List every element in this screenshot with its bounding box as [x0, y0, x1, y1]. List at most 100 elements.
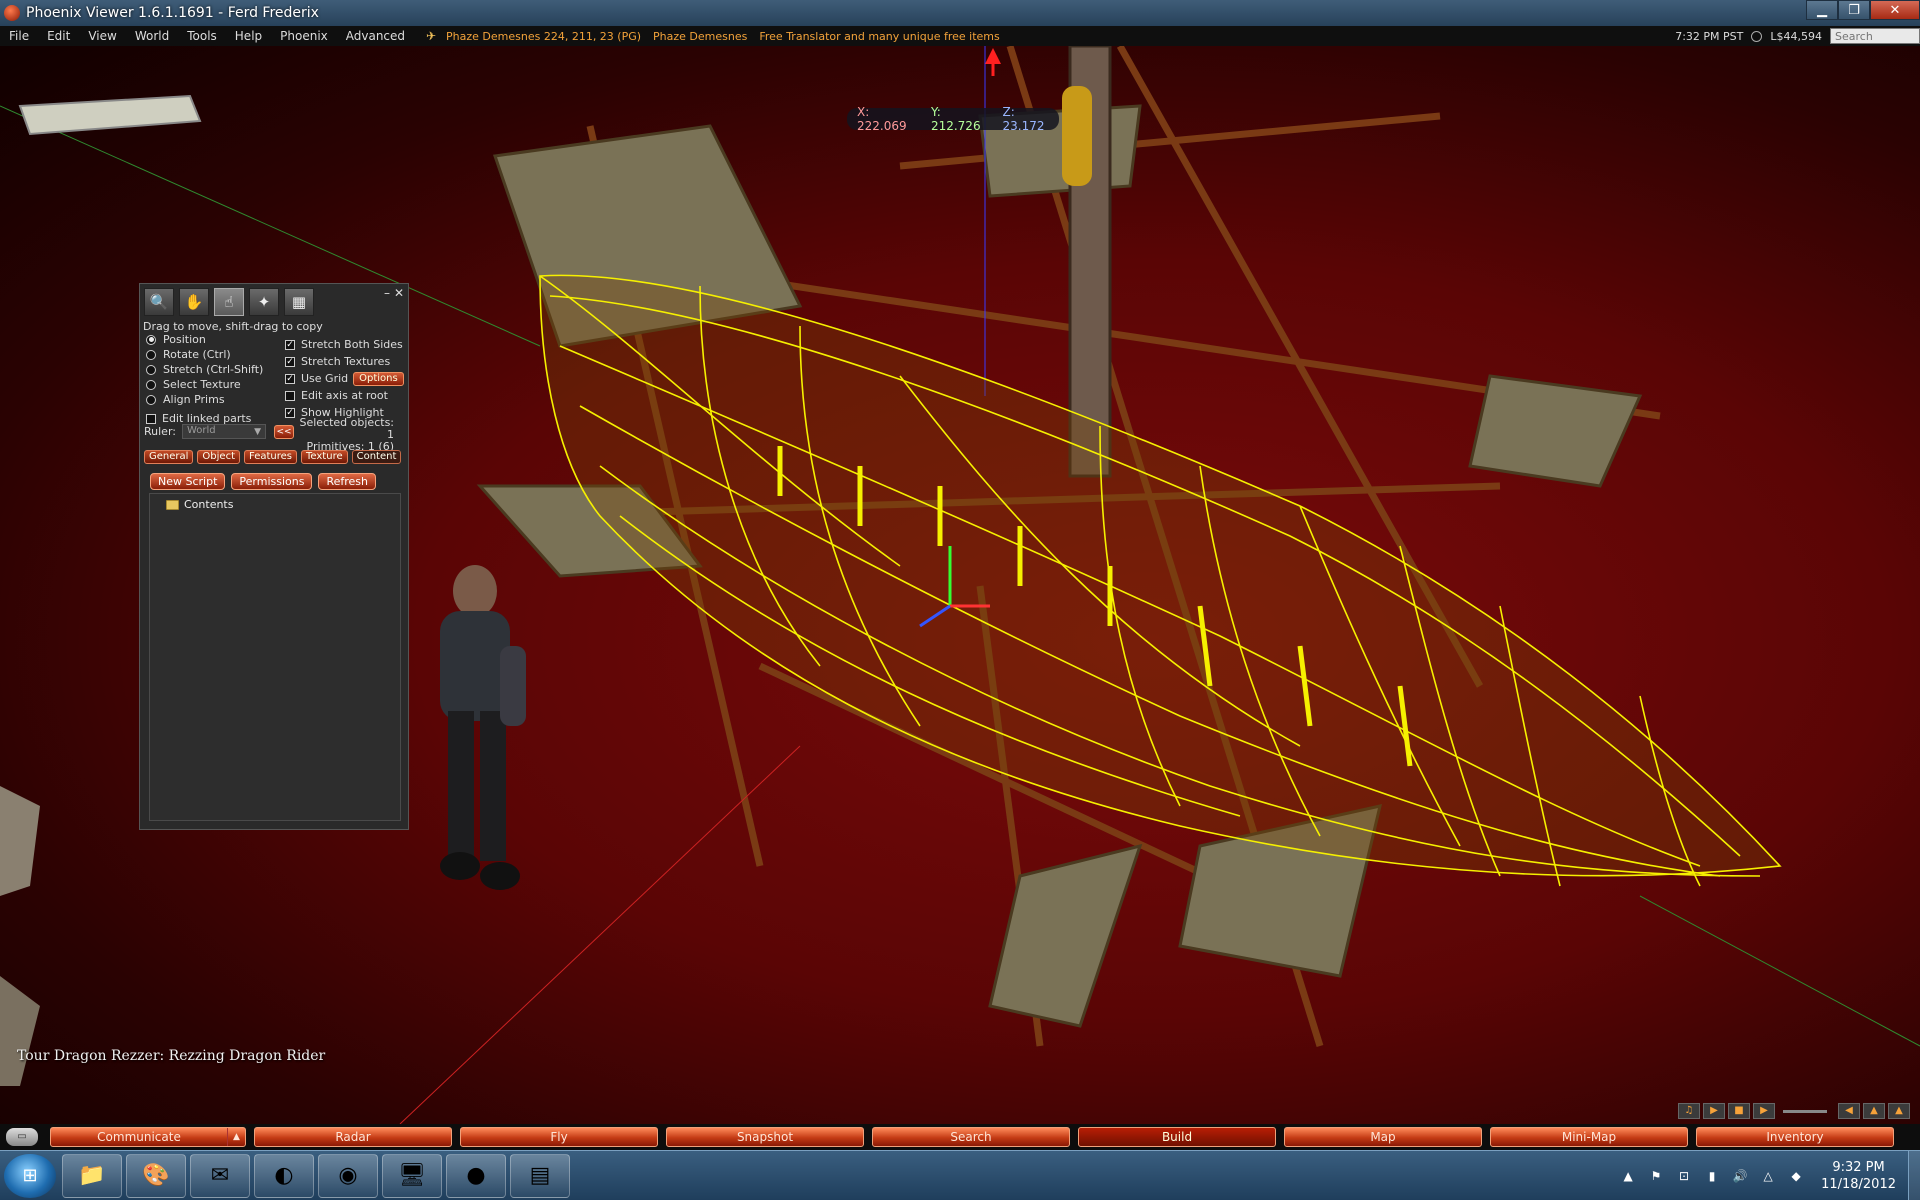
chevron-up-icon[interactable]: ▲: [227, 1128, 245, 1146]
contents-tree[interactable]: Contents: [149, 493, 401, 821]
dropbox-icon[interactable]: ◆: [1787, 1167, 1805, 1185]
location-coordinates[interactable]: Phaze Demesnes 224, 211, 23 (PG): [446, 30, 641, 43]
focus-tool-icon[interactable]: 🔍: [144, 288, 174, 316]
tab-object[interactable]: Object: [197, 450, 240, 464]
tree-item-contents[interactable]: Contents: [166, 498, 400, 511]
checkbox-stretch-textures[interactable]: ✓ Stretch Textures: [285, 353, 404, 370]
location-region[interactable]: Phaze Demesnes: [653, 30, 747, 43]
option-checkboxes: ✓ Stretch Both Sides ✓ Stretch Textures ✓ U…: [285, 336, 404, 421]
grid-options-button[interactable]: Options: [353, 371, 404, 386]
selected-objects: Selected objects: 1: [299, 416, 394, 441]
search-button[interactable]: Search: [872, 1127, 1070, 1147]
menu-world[interactable]: World: [126, 29, 178, 43]
landmark-icon[interactable]: ✈: [426, 30, 438, 42]
close-button[interactable]: ✕: [1870, 0, 1920, 20]
show-desktop-button[interactable]: [1908, 1151, 1920, 1200]
edit-tool-icon[interactable]: ☝: [214, 288, 244, 316]
collapse-icon[interactable]: ▲: [1888, 1103, 1910, 1119]
mask-app-icon[interactable]: ◐: [254, 1153, 314, 1198]
volume-slider[interactable]: [1783, 1109, 1827, 1113]
inventory-button[interactable]: Inventory: [1696, 1127, 1894, 1147]
chat-bar-toggle-icon[interactable]: ▭: [6, 1128, 38, 1146]
video-icon[interactable]: ■: [1728, 1103, 1750, 1119]
radio-position[interactable]: Position: [146, 332, 263, 347]
google-drive-icon[interactable]: △: [1759, 1167, 1777, 1185]
volume-icon[interactable]: ◀: [1838, 1103, 1860, 1119]
radio-align-prims[interactable]: Align Prims: [146, 392, 263, 407]
thunderbird-mail-icon[interactable]: ✉: [190, 1153, 250, 1198]
close-panel-icon[interactable]: ✕: [394, 286, 404, 300]
radio-select-texture[interactable]: Select Texture: [146, 377, 263, 392]
ruler-row: Ruler: World ▼ <<: [144, 424, 294, 439]
minimize-panel-icon[interactable]: –: [384, 286, 390, 300]
menu-tools[interactable]: Tools: [178, 29, 226, 43]
media-controls: ♫ ▶ ■ ▶ ◀ ▲ ▲: [1675, 1101, 1910, 1121]
new-script-button[interactable]: New Script: [150, 473, 226, 490]
create-tool-icon[interactable]: ✦: [249, 288, 279, 316]
paint-icon[interactable]: 🎨: [126, 1153, 186, 1198]
signal-bars-icon[interactable]: ▮: [1703, 1167, 1721, 1185]
menu-file[interactable]: File: [0, 29, 38, 43]
build-button[interactable]: Build: [1078, 1127, 1276, 1147]
content-actions: New Script Permissions Refresh: [150, 473, 382, 490]
action-center-flag-icon[interactable]: ⚑: [1647, 1167, 1665, 1185]
radio-label: Select Texture: [163, 378, 241, 391]
snapshot-button[interactable]: Snapshot: [666, 1127, 864, 1147]
explorer-folder-icon[interactable]: 📁: [62, 1153, 122, 1198]
radio-stretch[interactable]: Stretch (Ctrl-Shift): [146, 362, 263, 377]
balance[interactable]: L$44,594: [1770, 30, 1822, 43]
search-input[interactable]: [1830, 28, 1920, 44]
menu-advanced[interactable]: Advanced: [337, 29, 414, 43]
location-parcel[interactable]: Free Translator and many unique free ite…: [759, 30, 999, 43]
checkbox-stretch-both-sides[interactable]: ✓ Stretch Both Sides: [285, 336, 404, 353]
radio-rotate[interactable]: Rotate (Ctrl): [146, 347, 263, 362]
move-tool-icon[interactable]: ✋: [179, 288, 209, 316]
tab-texture[interactable]: Texture: [301, 450, 348, 464]
phoenix-viewer-icon[interactable]: ●: [446, 1153, 506, 1198]
tab-content[interactable]: Content: [351, 450, 402, 464]
music-icon[interactable]: ♫: [1678, 1103, 1700, 1119]
ruler-select[interactable]: World ▼: [181, 424, 266, 439]
system-clock[interactable]: 9:32 PM 11/18/2012: [1821, 1159, 1896, 1193]
coordinate-readout: X: 222.069 Y: 212.726 Z: 23.172: [847, 105, 1059, 133]
play-music-icon[interactable]: ▶: [1703, 1103, 1725, 1119]
tray-expand-icon[interactable]: ▲: [1619, 1167, 1637, 1185]
refresh-button[interactable]: Refresh: [318, 473, 377, 490]
notepad-icon[interactable]: ▤: [510, 1153, 570, 1198]
map-button[interactable]: Map: [1284, 1127, 1482, 1147]
checkbox-edit-axis-root[interactable]: Edit axis at root: [285, 387, 404, 404]
fly-button[interactable]: Fly: [460, 1127, 658, 1147]
speaker-icon[interactable]: 🔊: [1731, 1167, 1749, 1185]
radio-dot: [146, 334, 156, 345]
checkbox-use-grid[interactable]: ✓ Use Grid Options: [285, 370, 404, 387]
permissions-button[interactable]: Permissions: [231, 473, 313, 490]
menu-help[interactable]: Help: [226, 29, 271, 43]
chrome-icon[interactable]: ◉: [318, 1153, 378, 1198]
land-tool-icon[interactable]: ▦: [284, 288, 314, 316]
menu-edit[interactable]: Edit: [38, 29, 79, 43]
location-bar: ✈ Phaze Demesnes 224, 211, 23 (PG) Phaze…: [426, 30, 1012, 43]
viewer-clock: 7:32 PM PST: [1675, 29, 1744, 43]
collapse-button[interactable]: <<: [273, 424, 294, 439]
menu-view[interactable]: View: [79, 29, 125, 43]
start-button[interactable]: ⊞: [4, 1153, 56, 1198]
screen: Phoenix Viewer 1.6.1.1691 - Ferd Frederi…: [0, 0, 1920, 1200]
minimize-button[interactable]: ▁: [1806, 0, 1838, 20]
communicate-button[interactable]: Communicate ▲: [50, 1127, 246, 1147]
mode-radio-group: Position Rotate (Ctrl) Stretch (Ctrl-Shi…: [146, 332, 263, 407]
menu-phoenix[interactable]: Phoenix: [271, 29, 337, 43]
ruler-label: Ruler:: [144, 425, 176, 438]
tab-general[interactable]: General: [144, 450, 194, 464]
checkbox-label: Edit axis at root: [301, 389, 388, 402]
network-adapter-icon[interactable]: ⊡: [1675, 1167, 1693, 1185]
remote-desktop-icon[interactable]: 🖥: [382, 1153, 442, 1198]
expand-media-icon[interactable]: ▲: [1863, 1103, 1885, 1119]
play-media-icon[interactable]: ▶: [1753, 1103, 1775, 1119]
tab-features[interactable]: Features: [244, 450, 297, 464]
window-titlebar[interactable]: Phoenix Viewer 1.6.1.1691 - Ferd Frederi…: [0, 0, 1920, 26]
mini-map-button[interactable]: Mini-Map: [1490, 1127, 1688, 1147]
radar-button[interactable]: Radar: [254, 1127, 452, 1147]
globe-icon[interactable]: [1751, 30, 1763, 42]
build-tools-panel[interactable]: 🔍 ✋ ☝ ✦ ▦ – ✕ Drag to move, shift-drag t…: [139, 283, 409, 830]
maximize-button[interactable]: ❐: [1838, 0, 1870, 20]
